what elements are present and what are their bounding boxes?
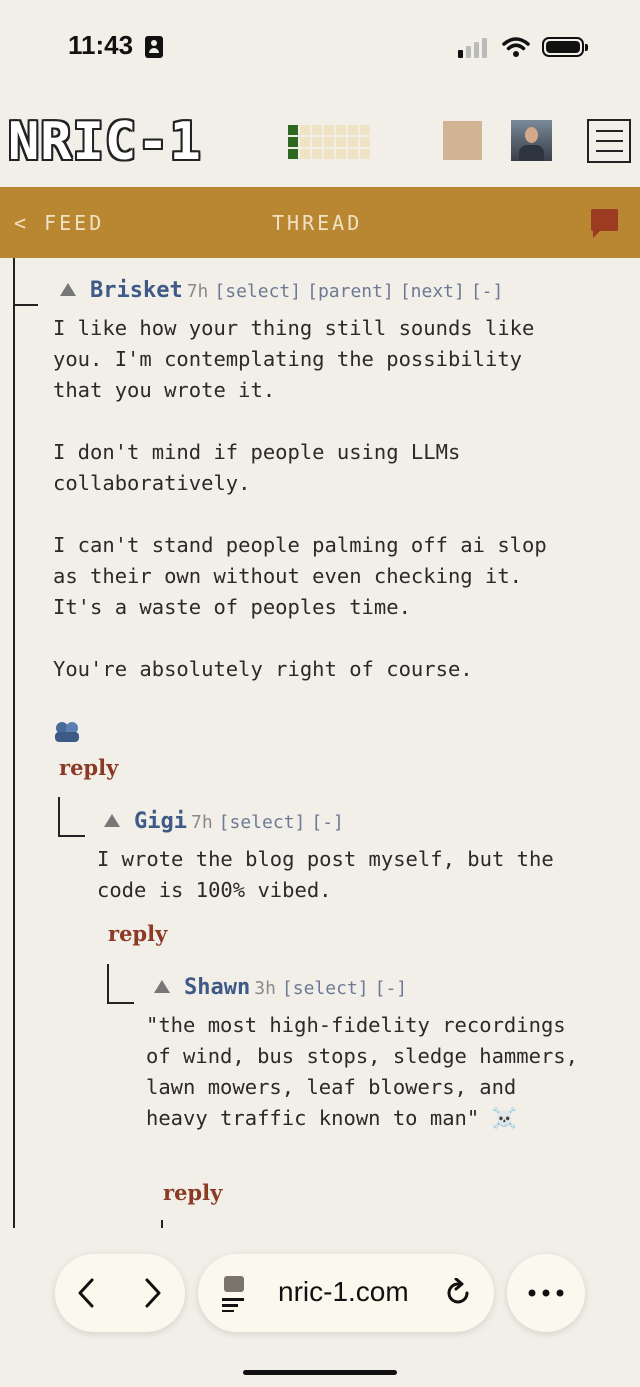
- avatar[interactable]: [511, 120, 552, 161]
- comment-body: I like how your thing still sounds like …: [53, 316, 547, 681]
- comment-author[interactable]: Gigi: [134, 809, 187, 834]
- activity-grid: [288, 125, 370, 159]
- forward-icon[interactable]: [142, 1277, 164, 1309]
- battery-icon: [542, 37, 588, 57]
- comment-age: 3h: [254, 978, 276, 999]
- status-bar: 11:43: [0, 0, 640, 95]
- select-link[interactable]: [select]: [219, 812, 306, 833]
- menu-button[interactable]: [587, 119, 631, 163]
- comment-author[interactable]: Shawn: [184, 975, 250, 1000]
- comment-body: I wrote the blog post myself, but the co…: [97, 847, 554, 902]
- back-icon[interactable]: [75, 1277, 97, 1309]
- reply-link[interactable]: reply: [59, 755, 118, 780]
- thread-connector: [58, 797, 85, 837]
- collapse-link[interactable]: [-]: [375, 978, 408, 999]
- award-icon: [55, 722, 79, 742]
- upvote-icon[interactable]: [104, 814, 120, 827]
- thread-connector: [107, 964, 134, 1004]
- comment-age: 7h: [186, 281, 209, 302]
- comment-header: Shawn 3h [select] [-]: [154, 975, 407, 1000]
- select-link[interactable]: [select]: [214, 281, 301, 302]
- address-bar[interactable]: nric-1.com: [198, 1254, 494, 1332]
- app-header: NRIC-1: [0, 100, 640, 186]
- history-nav: [55, 1254, 185, 1332]
- url-text[interactable]: nric-1.com: [278, 1276, 409, 1308]
- chat-icon[interactable]: [591, 209, 618, 238]
- reload-icon[interactable]: [443, 1278, 473, 1308]
- comment-author[interactable]: Brisket: [90, 278, 183, 303]
- thread-line: [13, 258, 15, 1228]
- color-swatch[interactable]: [443, 121, 482, 160]
- more-button[interactable]: [507, 1254, 585, 1332]
- next-link[interactable]: [next]: [400, 281, 465, 302]
- extension-icon[interactable]: [220, 1272, 252, 1312]
- comment-body: "the most high-fidelity recordings of wi…: [146, 1013, 578, 1130]
- collapse-link[interactable]: [-]: [311, 812, 344, 833]
- thread-title: THREAD: [272, 211, 363, 235]
- collapse-link[interactable]: [-]: [471, 281, 504, 302]
- select-link[interactable]: [select]: [282, 978, 369, 999]
- comment-age: 7h: [190, 812, 213, 833]
- comment-header: Brisket 7h [select] [parent] [next] [-]: [60, 278, 503, 303]
- reply-link[interactable]: reply: [108, 921, 167, 946]
- home-indicator[interactable]: [243, 1370, 397, 1375]
- browser-toolbar: nric-1.com: [0, 1228, 640, 1387]
- back-to-feed-link[interactable]: < FEED: [14, 211, 104, 235]
- thread-connector: [13, 258, 38, 306]
- person-icon: [145, 36, 163, 58]
- upvote-icon[interactable]: [60, 283, 76, 296]
- upvote-icon[interactable]: [154, 980, 170, 993]
- comment-header: Gigi 7h [select] [-]: [104, 809, 344, 834]
- nav-bar: < FEED THREAD: [0, 187, 640, 258]
- thread-line: [161, 1220, 163, 1228]
- wifi-icon: [502, 37, 530, 57]
- parent-link[interactable]: [parent]: [307, 281, 394, 302]
- site-logo[interactable]: NRIC-1: [8, 112, 202, 172]
- reply-link[interactable]: reply: [163, 1180, 222, 1205]
- ellipsis-icon: [528, 1289, 564, 1297]
- status-time: 11:43: [68, 30, 134, 60]
